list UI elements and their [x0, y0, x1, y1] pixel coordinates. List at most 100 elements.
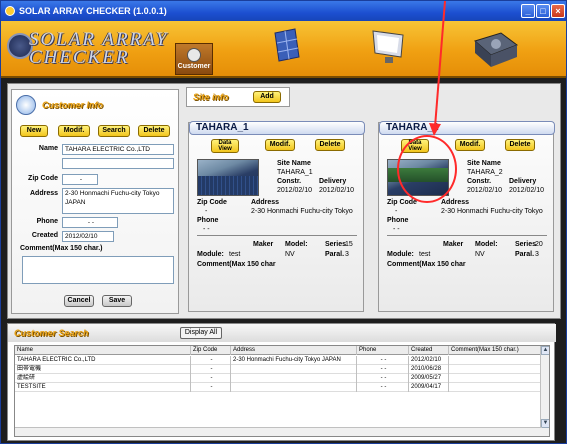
site-zip-value: -: [395, 208, 398, 215]
device-icon[interactable]: [471, 27, 521, 71]
customer-icon: [187, 48, 201, 62]
nav-customer-tab[interactable]: Customer: [175, 43, 213, 75]
monitor-icon[interactable]: [369, 27, 409, 67]
constr-label: Constr.: [277, 178, 302, 185]
header-banner: SOLAR ARRAY CHECKER Customer: [1, 21, 566, 78]
scroll-down-icon[interactable]: ▼: [541, 419, 549, 428]
address-label: Address: [29, 190, 58, 197]
main-area: Customer Info New Modif. Search Delete N…: [7, 83, 561, 319]
delivery-value: 2012/02/10: [509, 187, 545, 194]
site-modif-button[interactable]: Modif.: [455, 139, 485, 151]
phone-label: Phone: [36, 218, 58, 225]
constr-label: Constr.: [467, 178, 492, 185]
minimize-button[interactable]: _: [521, 4, 535, 18]
site-phone-label: Phone: [197, 217, 219, 224]
search-button[interactable]: Search: [98, 125, 130, 137]
customer-info-panel: Customer Info New Modif. Search Delete N…: [11, 89, 179, 314]
divider: [387, 235, 547, 236]
cell-name: 虚絵研: [15, 374, 191, 383]
col-header-zip[interactable]: Zip Code: [191, 346, 231, 355]
paral-label: Paral.: [325, 251, 345, 258]
series-value: 15: [345, 241, 353, 248]
paral-value: 3: [535, 251, 539, 258]
cell-comment: [449, 383, 541, 392]
comment-label: Comment(Max 150 char.): [20, 245, 103, 252]
name-field[interactable]: TAHARA ELECTRIC Co.,LTD: [62, 144, 174, 155]
cell-address: [231, 383, 357, 392]
table-row[interactable]: TESTSITE - - - 2009/04/17: [15, 383, 541, 392]
data-view-button[interactable]: Data View: [211, 139, 239, 153]
site-zip-label: Zip Code: [387, 199, 417, 206]
series-label: Series: [325, 241, 347, 248]
site-info-bar: Site info Add: [186, 87, 290, 107]
site-card-title: TAHARA_1: [189, 121, 365, 135]
site-address-label: Address: [251, 199, 280, 206]
site-name-value: TAHARA_2: [467, 169, 503, 176]
display-all-button[interactable]: Display All: [180, 327, 222, 339]
site-card: TAHARA_1 Data View Modif. Delete Site Na…: [188, 121, 365, 312]
col-header-address[interactable]: Address: [231, 346, 357, 355]
delivery-value: 2012/02/10: [319, 187, 355, 194]
table-row[interactable]: 虚絵研 - - - 2009/05/27: [15, 374, 541, 383]
site-delete-button[interactable]: Delete: [315, 139, 345, 151]
site-name-value: TAHARA_1: [277, 169, 313, 176]
created-label: Created: [31, 232, 58, 239]
site-phone-value: - -: [393, 226, 400, 233]
comment-field[interactable]: [22, 256, 174, 284]
address-field[interactable]: 2-30 Honmachi Fuchu-city Tokyo JAPAN: [62, 188, 174, 214]
cancel-button[interactable]: Cancel: [64, 295, 94, 307]
site-modif-button[interactable]: Modif.: [265, 139, 295, 151]
scroll-up-icon[interactable]: ▲: [541, 346, 549, 355]
col-header-phone[interactable]: Phone: [357, 346, 409, 355]
paral-label: Paral.: [515, 251, 535, 258]
zip-label: Zip Code: [28, 175, 58, 182]
col-header-name[interactable]: Name: [15, 346, 191, 355]
customer-search-panel: Customer Search Display All Name Zip Cod…: [7, 323, 556, 441]
phone-field[interactable]: - -: [62, 217, 118, 228]
cell-zip: -: [191, 383, 231, 392]
cell-name: TAHARA ELECTRIC Co.,LTD: [15, 356, 191, 365]
modif-button[interactable]: Modif.: [58, 125, 90, 137]
customer-info-header: Customer Info: [16, 94, 103, 116]
series-value: 20: [535, 241, 543, 248]
customer-info-title: Customer Info: [42, 100, 104, 110]
add-site-button[interactable]: Add: [253, 91, 281, 103]
site-photo[interactable]: [197, 159, 259, 196]
close-button[interactable]: ×: [551, 4, 565, 18]
vertical-scrollbar[interactable]: ▲ ▼: [540, 346, 549, 436]
cell-comment: [449, 374, 541, 383]
app-logo: SOLAR ARRAY CHECKER: [7, 27, 177, 69]
table-row[interactable]: 田帯電機 - - - 2010/06/28: [15, 365, 541, 374]
model-value: NV: [285, 251, 295, 258]
cell-created: 2009/05/27: [409, 374, 449, 383]
table-row[interactable]: TAHARA ELECTRIC Co.,LTD - 2-30 Honmachi …: [15, 356, 541, 365]
cell-phone: - -: [357, 374, 409, 383]
module-label: Module:: [197, 251, 224, 258]
delivery-label: Delivery: [509, 178, 537, 185]
site-address-value: 2-30 Honmachi Fuchu-city Tokyo: [441, 208, 543, 215]
title-bar[interactable]: SOLAR ARRAY CHECKER (1.0.0.1) _ □ ×: [1, 1, 566, 21]
app-icon: [5, 6, 15, 16]
series-label: Series: [515, 241, 537, 248]
horizontal-scrollbar[interactable]: [15, 427, 542, 436]
cell-address: [231, 365, 357, 374]
delete-button[interactable]: Delete: [138, 125, 170, 137]
site-address-value: 2-30 Honmachi Fuchu-city Tokyo: [251, 208, 353, 215]
site-delete-button[interactable]: Delete: [505, 139, 535, 151]
col-header-created[interactable]: Created: [409, 346, 449, 355]
customer-table[interactable]: Name Zip Code Address Phone Created Comm…: [14, 345, 550, 437]
name-field-2[interactable]: [62, 158, 174, 169]
cell-address: 2-30 Honmachi Fuchu-city Tokyo JAPAN: [231, 356, 357, 365]
col-header-comment[interactable]: Comment(Max 150 char.): [449, 346, 541, 355]
paral-value: 3: [345, 251, 349, 258]
maximize-button[interactable]: □: [536, 4, 550, 18]
save-button[interactable]: Save: [102, 295, 132, 307]
created-field[interactable]: 2012/02/10: [62, 231, 114, 242]
cell-name: TESTSITE: [15, 383, 191, 392]
cell-zip: -: [191, 374, 231, 383]
solar-panel-icon[interactable]: [269, 27, 303, 67]
new-button[interactable]: New: [20, 125, 48, 137]
cell-address: [231, 374, 357, 383]
divider: [197, 235, 357, 236]
zip-field[interactable]: -: [62, 174, 98, 185]
